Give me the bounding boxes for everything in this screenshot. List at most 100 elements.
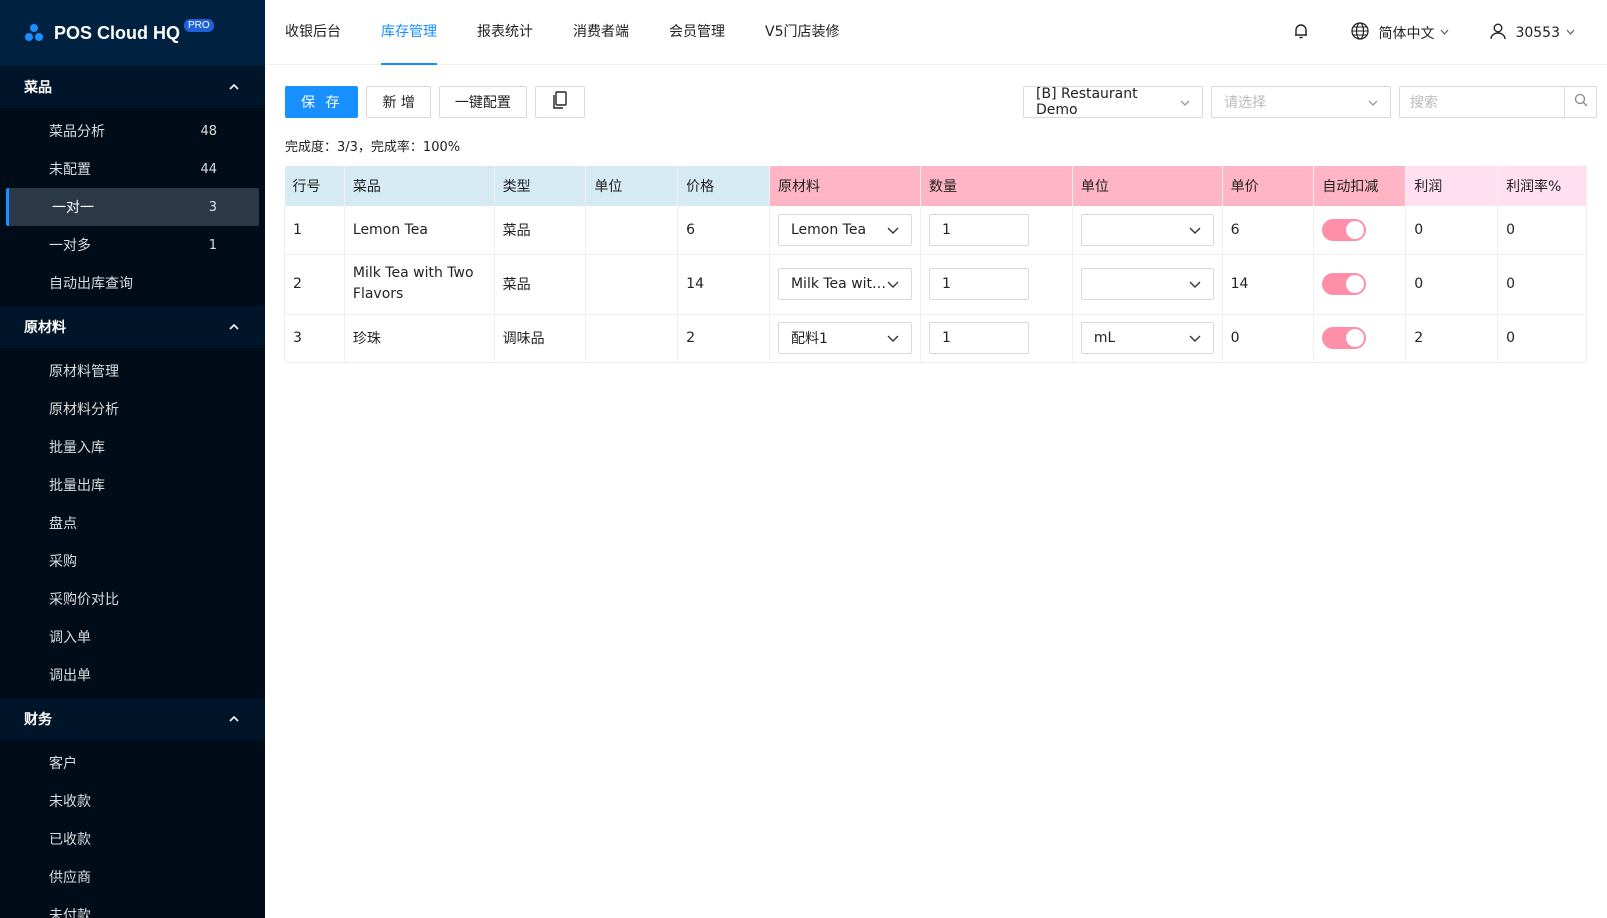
quantity-input[interactable]: 1 <box>928 268 1029 300</box>
top-right-actions: 简体中文 30553 <box>1260 0 1583 65</box>
one-click-config-button[interactable]: 一键配置 <box>438 86 527 118</box>
search-input[interactable]: 搜索 <box>1400 87 1564 117</box>
sidebar-item-label: 调出单 <box>49 668 91 684</box>
cell-material: Milk Tea with… <box>769 254 921 315</box>
sidebar-item-one-to-one[interactable]: 一对一 3 <box>6 188 259 226</box>
sidebar-item-label: 采购价对比 <box>49 592 119 608</box>
chevron-up-icon <box>227 712 241 726</box>
save-button[interactable]: 保 存 <box>285 86 359 118</box>
material-unit-select[interactable]: mL <box>1080 322 1214 354</box>
sidebar-item-batch-outbound[interactable]: 批量出库 <box>0 466 265 504</box>
sidebar-item-batch-inbound[interactable]: 批量入库 <box>0 428 265 466</box>
store-select[interactable]: [B] Restaurant Demo <box>1023 86 1203 118</box>
cell-row-no: 2 <box>284 254 345 315</box>
sidebar-item-suppliers[interactable]: 供应商 <box>0 858 265 896</box>
sidebar-group-dishes[interactable]: 菜品 <box>0 66 265 108</box>
copy-button[interactable] <box>534 86 585 118</box>
cell-price: 6 <box>677 206 770 255</box>
cell-margin: 0 <box>1497 254 1587 315</box>
chevron-down-icon <box>1189 222 1201 238</box>
col-header-price: 价格 <box>677 166 770 206</box>
cell-quantity: 1 <box>920 254 1073 315</box>
toggle-knob <box>1346 329 1365 347</box>
chevron-up-icon <box>227 320 241 334</box>
quantity-input[interactable]: 1 <box>928 322 1029 354</box>
auto-deduct-toggle[interactable] <box>1322 273 1367 295</box>
cell-auto-deduct <box>1313 254 1407 315</box>
sidebar-item-label: 未付款 <box>49 908 91 918</box>
sidebar-item-material-analysis[interactable]: 原材料分析 <box>0 390 265 428</box>
cell-type: 菜品 <box>494 206 587 255</box>
toolbar: 保 存 新 增 一键配置 [B] Restaurant Demo 请选择 搜索 <box>285 86 1597 118</box>
sidebar-item-received[interactable]: 已收款 <box>0 820 265 858</box>
sidebar: POS Cloud HQ PRO 菜品 菜品分析 48 未配置 44 一对一 3 <box>0 0 265 918</box>
material-select[interactable]: 配料1 <box>777 322 912 354</box>
sidebar-item-unconfigured[interactable]: 未配置 44 <box>0 150 265 188</box>
category-select-placeholder: 请选择 <box>1224 95 1266 111</box>
sidebar-item-label: 采购 <box>49 554 77 570</box>
language-selector[interactable]: 简体中文 <box>1350 21 1457 45</box>
sidebar-item-unpaid[interactable]: 未付款 <box>0 896 265 918</box>
sidebar-item-label: 原材料管理 <box>49 364 119 380</box>
sidebar-group-materials[interactable]: 原材料 <box>0 306 265 348</box>
tab-consumer[interactable]: 消费者端 <box>573 0 629 65</box>
sidebar-item-transfer-in[interactable]: 调入单 <box>0 618 265 656</box>
material-select[interactable]: Lemon Tea <box>777 213 912 246</box>
table-row: 1 Lemon Tea 菜品 6 Lemon Tea 1 6 0 0 <box>284 206 1587 255</box>
cell-unit <box>585 314 679 363</box>
tab-reports[interactable]: 报表统计 <box>477 0 533 65</box>
mapping-table: 行号 菜品 类型 单位 价格 原材料 数量 单位 单价 自动扣减 利润 利润率%… <box>284 166 1587 363</box>
toggle-knob <box>1346 275 1365 293</box>
tab-inventory[interactable]: 库存管理 <box>381 0 437 65</box>
auto-deduct-toggle[interactable] <box>1322 218 1367 241</box>
quantity-input[interactable]: 1 <box>928 213 1029 246</box>
sidebar-item-purchase[interactable]: 采购 <box>0 542 265 580</box>
add-button[interactable]: 新 增 <box>366 86 431 118</box>
completion-status: 完成度：3/3，完成率：100% <box>285 140 461 155</box>
sidebar-item-purchase-price-compare[interactable]: 采购价对比 <box>0 580 265 618</box>
material-select-value: Milk Tea with… <box>790 276 887 292</box>
material-select[interactable]: Milk Tea with… <box>777 268 912 300</box>
top-tabs: 收银后台 库存管理 报表统计 消费者端 会员管理 V5门店装修 <box>265 0 879 65</box>
logo[interactable]: POS Cloud HQ PRO <box>0 0 265 66</box>
sidebar-item-material-management[interactable]: 原材料管理 <box>0 352 265 390</box>
material-unit-select[interactable] <box>1080 268 1214 300</box>
auto-deduct-toggle[interactable] <box>1322 327 1367 349</box>
cell-price: 2 <box>677 314 770 363</box>
col-header-dish: 菜品 <box>344 166 495 206</box>
cell-unit <box>585 206 679 255</box>
tab-members[interactable]: 会员管理 <box>669 0 725 65</box>
table-header-row: 行号 菜品 类型 单位 价格 原材料 数量 单位 单价 自动扣减 利润 利润率% <box>284 166 1587 206</box>
user-name: 30553 <box>1515 24 1560 41</box>
cell-margin: 0 <box>1497 206 1587 255</box>
sidebar-group-label: 财务 <box>24 712 52 728</box>
cell-unit-price: 0 <box>1222 314 1315 363</box>
sidebar-group-label: 原材料 <box>24 320 66 336</box>
search-icon <box>1574 93 1588 111</box>
sidebar-item-stocktake[interactable]: 盘点 <box>0 504 265 542</box>
material-unit-select[interactable] <box>1080 213 1214 246</box>
sidebar-item-one-to-many[interactable]: 一对多 1 <box>0 226 265 264</box>
sidebar-group-finance[interactable]: 财务 <box>0 698 265 740</box>
search-button[interactable] <box>1564 87 1596 117</box>
col-header-material: 原材料 <box>769 166 921 206</box>
col-header-quantity: 数量 <box>920 166 1073 206</box>
chevron-down-icon <box>887 276 899 292</box>
category-select[interactable]: 请选择 <box>1211 86 1391 118</box>
sidebar-item-unreceived[interactable]: 未收款 <box>0 782 265 820</box>
sidebar-item-auto-outbound-query[interactable]: 自动出库查询 <box>0 264 265 302</box>
sidebar-item-transfer-out[interactable]: 调出单 <box>0 656 265 694</box>
sidebar-item-customers[interactable]: 客户 <box>0 744 265 782</box>
sidebar-item-dish-analysis[interactable]: 菜品分析 48 <box>0 112 265 150</box>
cell-profit: 2 <box>1405 314 1499 363</box>
logo-icon <box>24 23 44 43</box>
user-menu[interactable]: 30553 <box>1489 22 1583 44</box>
sidebar-item-label: 盘点 <box>49 516 77 532</box>
chevron-down-icon <box>887 330 899 346</box>
chevron-down-icon <box>1368 94 1378 110</box>
notifications-button[interactable] <box>1292 22 1318 44</box>
cell-material: 配料1 <box>769 314 921 363</box>
tab-pos-backend[interactable]: 收银后台 <box>285 0 341 65</box>
table-row: 3 珍珠 调味品 2 配料1 1 mL 0 2 0 <box>284 314 1587 363</box>
tab-store-decor[interactable]: V5门店装修 <box>765 0 839 65</box>
